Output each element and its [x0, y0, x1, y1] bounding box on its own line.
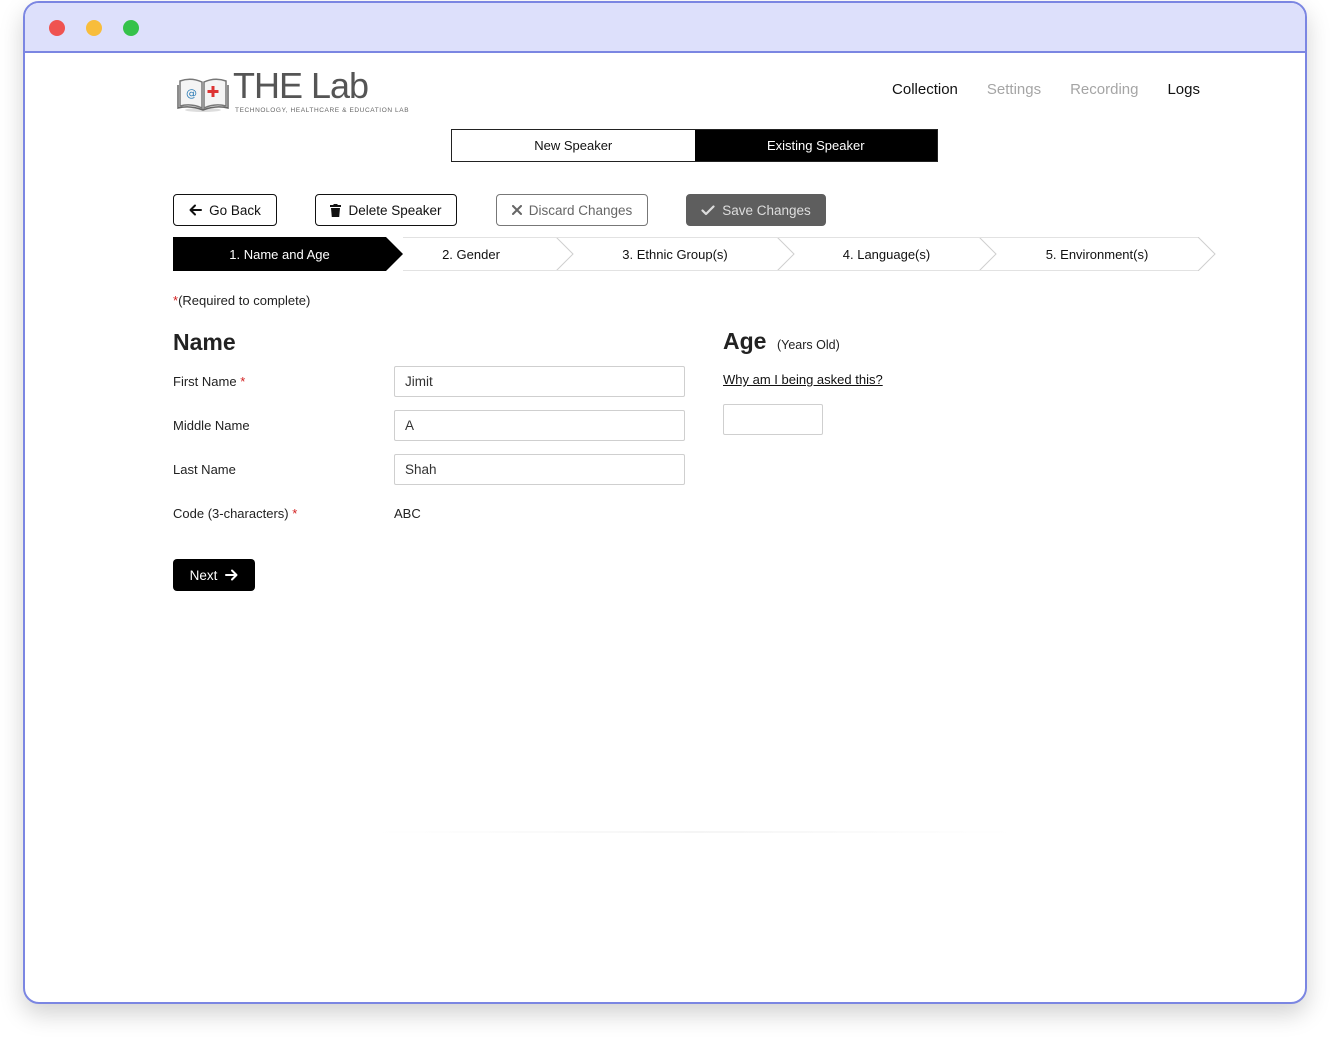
brand-title: THE Lab	[233, 65, 369, 106]
middle-name-label: Middle Name	[173, 418, 250, 433]
checkmark-icon	[701, 204, 715, 215]
nav-recording[interactable]: Recording	[1070, 81, 1138, 98]
speaker-toggle: New Speaker Existing Speaker	[451, 129, 938, 162]
discard-changes-label: Discard Changes	[528, 202, 633, 218]
brand-subtitle: TECHNOLOGY, HEALTHCARE & EDUCATION LAB	[235, 107, 410, 114]
nav-settings[interactable]: Settings	[987, 81, 1041, 98]
book-medical-logo-icon: @	[177, 78, 229, 112]
last-name-input[interactable]	[394, 454, 685, 485]
nav-collection[interactable]: Collection	[892, 81, 958, 98]
next-label: Next	[189, 567, 218, 583]
name-section-title: Name	[173, 329, 236, 355]
close-icon	[511, 205, 522, 215]
required-note: *(Required to complete)	[173, 293, 310, 308]
delete-speaker-button[interactable]: Delete Speaker	[315, 194, 457, 226]
brand-logo[interactable]: @ THE Lab TECHNOLOGY, HEALTHCARE & EDUCA…	[177, 65, 409, 117]
progress-stepper: 1. Name and Age 2. Gender 3. Ethnic Grou…	[173, 237, 1218, 271]
required-asterisk: *	[240, 374, 246, 389]
top-nav: Collection Settings Recording Logs	[892, 81, 1200, 98]
close-window-button[interactable]	[49, 20, 65, 36]
go-back-button[interactable]: Go Back	[173, 194, 277, 226]
app-window: @ THE Lab TECHNOLOGY, HEALTHCARE & EDUCA…	[23, 1, 1307, 1004]
last-name-label: Last Name	[173, 462, 236, 477]
save-changes-label: Save Changes	[722, 202, 811, 218]
window-titlebar	[25, 3, 1305, 53]
arrow-left-icon	[189, 204, 203, 216]
delete-speaker-label: Delete Speaker	[348, 202, 442, 218]
step-gender[interactable]: 2. Gender	[386, 237, 556, 271]
required-note-text: (Required to complete)	[178, 293, 311, 308]
age-input[interactable]	[723, 404, 823, 435]
divider	[375, 831, 1015, 833]
middle-name-input[interactable]	[394, 410, 685, 441]
first-name-label: First Name *	[173, 374, 245, 389]
next-button[interactable]: Next	[173, 559, 255, 591]
page-content: @ THE Lab TECHNOLOGY, HEALTHCARE & EDUCA…	[25, 55, 1305, 1002]
first-name-label-text: First Name	[173, 374, 237, 389]
first-name-input[interactable]	[394, 366, 685, 397]
new-speaker-tab[interactable]: New Speaker	[452, 130, 695, 161]
step-languages[interactable]: 4. Language(s)	[794, 237, 979, 271]
step-name-and-age[interactable]: 1. Name and Age	[173, 237, 386, 271]
required-asterisk: *	[292, 506, 298, 521]
maximize-window-button[interactable]	[123, 20, 139, 36]
code-label-text: Code (3-characters)	[173, 506, 289, 521]
nav-logs[interactable]: Logs	[1167, 81, 1200, 98]
code-value: ABC	[394, 506, 421, 521]
arrow-right-icon	[225, 569, 238, 581]
age-section-title: Age	[723, 328, 767, 354]
save-changes-button[interactable]: Save Changes	[686, 194, 826, 226]
why-asked-link[interactable]: Why am I being asked this?	[723, 372, 883, 387]
trash-icon	[330, 203, 342, 217]
existing-speaker-tab[interactable]: Existing Speaker	[694, 130, 937, 161]
step-environments[interactable]: 5. Environment(s)	[996, 237, 1198, 271]
go-back-label: Go Back	[209, 202, 261, 218]
step-ethnic-groups[interactable]: 3. Ethnic Group(s)	[573, 237, 777, 271]
age-unit-label: (Years Old)	[777, 338, 840, 352]
discard-changes-button[interactable]: Discard Changes	[496, 194, 648, 226]
minimize-window-button[interactable]	[86, 20, 102, 36]
code-label: Code (3-characters) *	[173, 506, 297, 521]
svg-text:@: @	[186, 87, 197, 100]
